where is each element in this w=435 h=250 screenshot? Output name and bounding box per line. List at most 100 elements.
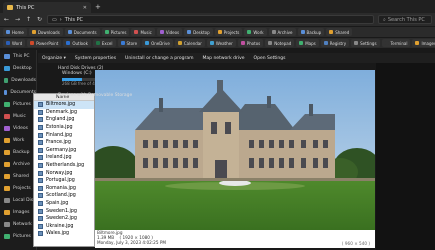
file-name: Germany.jpg — [46, 147, 77, 153]
file-row[interactable]: England.jpg — [34, 116, 94, 124]
file-row[interactable]: Norway.jpg — [34, 169, 94, 177]
bookmark-item[interactable]: Registry — [320, 39, 350, 47]
file-row[interactable]: Denmark.jpg — [34, 109, 94, 117]
bookmark-item[interactable]: Calendar — [174, 39, 205, 47]
bookmark-item[interactable]: Photos — [237, 39, 264, 47]
bookmark-label: PowerPoint — [36, 40, 59, 46]
refresh-icon[interactable]: ↻ — [36, 16, 43, 23]
bookmark-item[interactable]: Projects — [214, 28, 243, 36]
command-button[interactable]: Map network drive — [203, 56, 245, 61]
nav-item[interactable]: Videos — [0, 122, 36, 134]
bookmark-item[interactable]: Work — [244, 28, 267, 36]
nav-item[interactable]: Desktop — [0, 62, 36, 74]
file-row[interactable]: Germany.jpg — [34, 147, 94, 155]
nav-item[interactable]: This PC — [0, 50, 36, 62]
bookmark-item[interactable]: Notepad — [265, 39, 295, 47]
file-name: England.jpg — [46, 117, 75, 123]
preview-date: Monday, July 3, 2023 4:02:25 PM — [97, 240, 166, 245]
address-path: This PC — [64, 16, 84, 23]
file-row[interactable]: Scotland.jpg — [34, 192, 94, 200]
file-row[interactable]: Spain.jpg — [34, 200, 94, 208]
bookmark-item[interactable]: Videos — [156, 28, 183, 36]
file-name: France.jpg — [46, 140, 71, 146]
nav-item[interactable]: Projects — [0, 182, 36, 194]
bookmark-item[interactable]: Maps — [296, 39, 319, 47]
bookmark-item[interactable]: OneDrive — [142, 39, 173, 47]
file-row[interactable]: France.jpg — [34, 139, 94, 147]
bookmark-item[interactable]: Downloads — [28, 28, 63, 36]
file-row[interactable]: Ireland.jpg — [34, 154, 94, 162]
forward-icon[interactable]: → — [14, 16, 21, 23]
nav-item[interactable]: Downloads — [0, 74, 36, 86]
bookmark-item[interactable]: Archive — [268, 28, 296, 36]
bookmark-item[interactable]: Documents — [64, 28, 100, 36]
new-tab-button[interactable]: + — [95, 3, 101, 11]
bookmark-item[interactable]: Home — [3, 28, 27, 36]
bookmark-item[interactable]: Terminal — [381, 39, 411, 47]
bookmark-item[interactable]: Images — [412, 39, 435, 47]
bookmark-item[interactable]: Settings — [351, 39, 380, 47]
nav-item[interactable]: Backup — [0, 146, 36, 158]
image-file-icon — [38, 163, 43, 169]
bookmark-item[interactable]: Excel — [92, 39, 116, 47]
nav-item[interactable]: Local Disk — [0, 194, 36, 206]
navigation-pane: This PC Desktop Downloads Documents Pictures… — [0, 50, 37, 250]
command-button[interactable]: System properties — [75, 56, 116, 61]
bookmark-icon — [271, 30, 276, 34]
command-button[interactable]: Open Settings — [254, 56, 286, 61]
bookmark-item[interactable]: Shared — [326, 28, 353, 36]
bookmark-icon — [95, 41, 100, 45]
bookmark-item[interactable]: Pictures — [101, 28, 130, 36]
nav-item[interactable]: Documents — [0, 86, 36, 98]
bookmark-item[interactable]: Word — [3, 39, 26, 47]
file-row[interactable]: Finland.jpg — [34, 131, 94, 139]
nav-item[interactable]: Shared — [0, 170, 36, 182]
nav-item[interactable]: Pictures — [0, 230, 36, 242]
command-button[interactable]: Organize ▾ — [42, 56, 66, 61]
nav-item[interactable]: Work — [0, 134, 36, 146]
file-name: Portugal.jpg — [46, 178, 75, 184]
file-row[interactable]: Ukraine.jpg — [34, 223, 94, 231]
folder-icon — [4, 209, 10, 215]
bookmark-item[interactable]: Music — [131, 28, 155, 36]
bookmark-label: Registry — [329, 40, 347, 46]
image-file-icon — [38, 109, 43, 115]
up-icon[interactable]: ↑ — [25, 16, 32, 23]
file-row[interactable]: Portugal.jpg — [34, 177, 94, 185]
nav-item-label: Pictures — [13, 233, 31, 239]
bookmark-item[interactable]: PowerPoint — [27, 39, 62, 47]
back-icon[interactable]: ← — [3, 16, 10, 23]
nav-item[interactable]: Archive — [0, 158, 36, 170]
bookmark-icon — [217, 30, 222, 34]
search-input[interactable]: ⌕ Search This PC — [378, 15, 432, 24]
nav-item-label: Projects — [13, 185, 31, 191]
file-row[interactable]: Wales.jpg — [34, 230, 94, 238]
file-name: Ukraine.jpg — [46, 223, 74, 229]
address-bar[interactable]: ▭ › This PC — [47, 15, 374, 24]
folder-icon — [4, 53, 10, 59]
nav-item-label: Images — [13, 209, 30, 215]
nav-item[interactable]: Music — [0, 110, 36, 122]
nav-item[interactable]: Pictures — [0, 98, 36, 110]
file-row[interactable]: Sweden1.jpg — [34, 207, 94, 215]
file-row[interactable]: Romania.jpg — [34, 185, 94, 193]
nav-item[interactable]: Images — [0, 206, 36, 218]
folder-icon — [4, 137, 10, 143]
bookmark-icon — [187, 30, 192, 34]
command-button[interactable]: Uninstall or change a program — [125, 56, 193, 61]
tab-this-pc[interactable]: This PC ✕ — [3, 2, 91, 13]
nav-item[interactable]: Network — [0, 218, 36, 230]
file-row[interactable]: Sweden2.jpg — [34, 215, 94, 223]
bookmark-item[interactable]: Outlook — [63, 39, 91, 47]
nav-item-label: Archive — [13, 161, 30, 167]
bookmark-item[interactable]: Weather — [206, 39, 236, 47]
bookmark-label: Music — [140, 29, 152, 35]
bookmark-item[interactable]: Desktop — [184, 28, 213, 36]
bookmark-icon — [120, 41, 125, 45]
bookmark-item[interactable]: Backup — [297, 28, 325, 36]
file-row[interactable]: Netherlands.jpg — [34, 162, 94, 170]
file-row[interactable]: Biltmore.jpg — [34, 101, 94, 109]
close-tab-icon[interactable]: ✕ — [83, 5, 87, 11]
file-row[interactable]: Estonia.jpg — [34, 124, 94, 132]
bookmark-item[interactable]: Store — [117, 39, 141, 47]
